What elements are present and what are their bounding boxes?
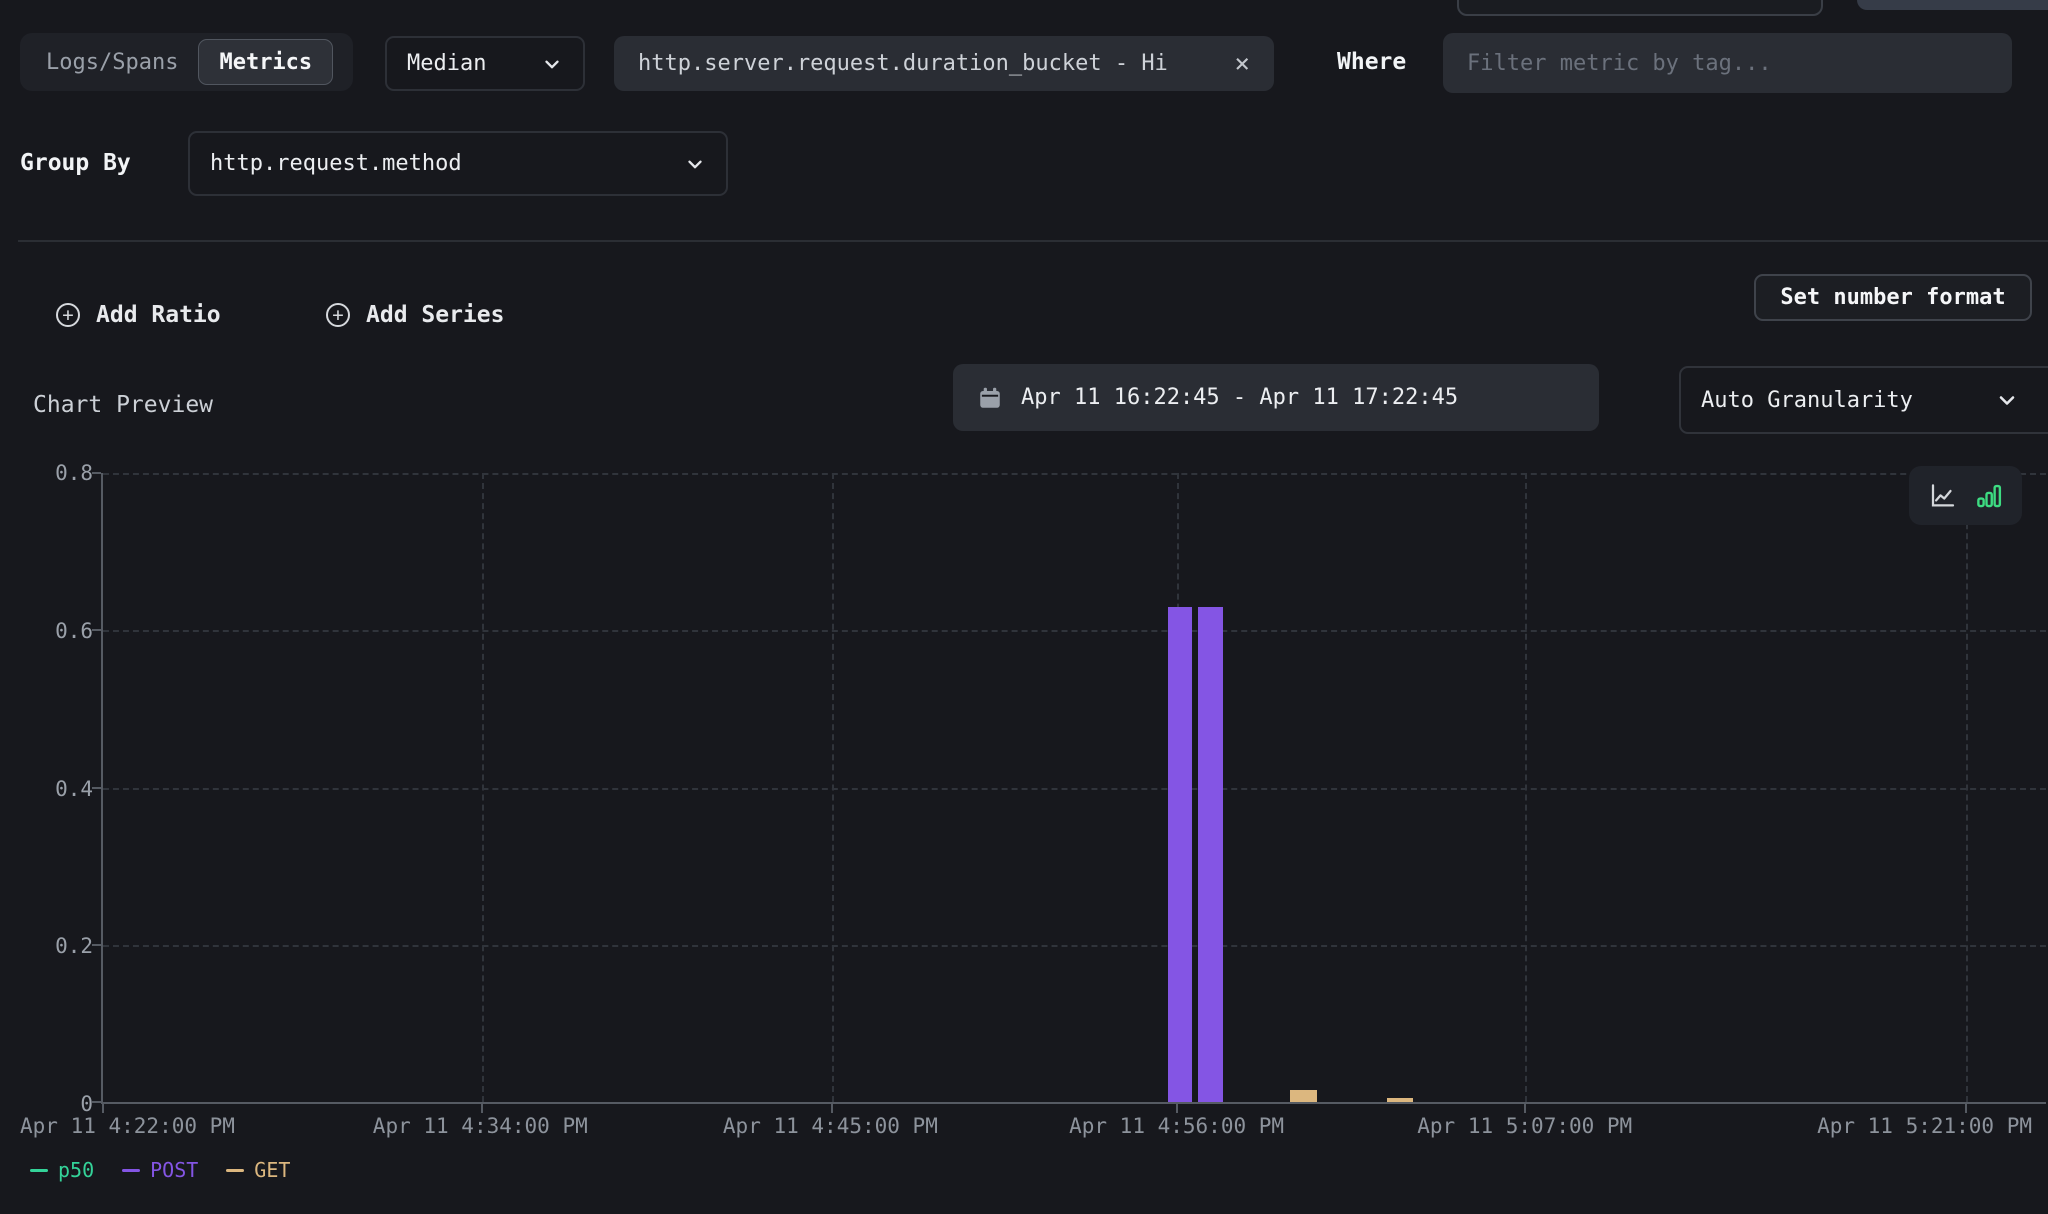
y-axis-tick (92, 944, 101, 946)
y-axis-tick (92, 629, 101, 631)
y-tick-label: 0.4 (55, 777, 93, 801)
y-axis-tick (92, 1101, 101, 1103)
x-tick-label: Apr 11 4:45:00 PM (723, 1114, 938, 1138)
x-axis-tick (102, 1104, 104, 1113)
group-by-value: http.request.method (210, 151, 462, 176)
y-tick-label: 0 (80, 1092, 93, 1116)
line-chart-icon[interactable] (1928, 481, 1958, 511)
x-axis-tick (1176, 1104, 1178, 1113)
bar-GET[interactable] (1290, 1090, 1317, 1102)
add-series-label: Add Series (366, 302, 504, 328)
legend-dash (30, 1169, 48, 1172)
v-gridline (482, 473, 484, 1102)
tab-metrics[interactable]: Metrics (198, 39, 333, 85)
time-range-label: Apr 11 16:22:45 - Apr 11 17:22:45 (1021, 385, 1458, 410)
granularity-value: Auto Granularity (1701, 388, 1913, 413)
metric-pill[interactable]: http.server.request.duration_bucket - Hi… (614, 36, 1274, 91)
legend-item-p50[interactable]: p50 (30, 1158, 94, 1182)
bar-POST[interactable] (1198, 607, 1223, 1102)
legend-label: POST (150, 1158, 198, 1182)
aggregation-select[interactable]: Median (385, 36, 585, 91)
chevron-down-icon (684, 153, 706, 175)
add-ratio-label: Add Ratio (96, 302, 221, 328)
legend-label: p50 (58, 1158, 94, 1182)
time-range-picker[interactable]: Apr 11 16:22:45 - Apr 11 17:22:45 (953, 364, 1599, 431)
chart-type-toggle (1909, 466, 2022, 525)
add-ratio-button[interactable]: + Add Ratio (56, 298, 221, 332)
y-tick-label: 0.6 (55, 619, 93, 643)
legend-item-GET[interactable]: GET (226, 1158, 290, 1182)
x-tick-label: Apr 11 5:21:00 PM (1817, 1114, 2032, 1138)
truncated-top-input[interactable] (1457, 0, 1823, 16)
truncated-top-button[interactable] (1857, 0, 2048, 10)
y-axis-tick (92, 787, 101, 789)
x-tick-label: Apr 11 4:56:00 PM (1069, 1114, 1284, 1138)
h-gridline (103, 945, 2046, 947)
calendar-icon (977, 385, 1003, 411)
y-tick-label: 0.8 (55, 461, 93, 485)
group-by-label: Group By (20, 150, 131, 176)
granularity-select[interactable]: Auto Granularity (1679, 366, 2048, 434)
set-number-format-button[interactable]: Set number format (1754, 274, 2032, 321)
divider (18, 240, 2048, 242)
chevron-down-icon (1995, 388, 2019, 412)
chart-preview-title: Chart Preview (33, 392, 213, 418)
metric-pill-label: http.server.request.duration_bucket - Hi (638, 51, 1168, 76)
v-gridline (1966, 473, 1968, 1102)
x-axis-tick (1965, 1104, 1967, 1113)
v-gridline (1525, 473, 1527, 1102)
h-gridline (103, 473, 2046, 475)
metrics-query-builder: Logs/Spans Metrics Median http.server.re… (0, 0, 2048, 1214)
legend-dash (122, 1169, 140, 1172)
h-gridline (103, 630, 2046, 632)
y-axis-tick (92, 472, 101, 474)
aggregation-value: Median (407, 51, 486, 76)
remove-metric-icon[interactable]: × (1234, 51, 1250, 77)
x-axis-tick (831, 1104, 833, 1113)
h-gridline (103, 788, 2046, 790)
chart-legend: p50 POST GET (30, 1158, 290, 1182)
legend-dash (226, 1169, 244, 1172)
y-tick-label: 0.2 (55, 934, 93, 958)
legend-item-POST[interactable]: POST (122, 1158, 198, 1182)
plus-icon: + (326, 303, 350, 327)
where-label: Where (1337, 49, 1406, 75)
filter-input[interactable] (1443, 33, 2012, 93)
x-axis-tick (481, 1104, 483, 1113)
x-tick-label: Apr 11 5:07:00 PM (1417, 1114, 1632, 1138)
bar-GET[interactable] (1387, 1098, 1413, 1102)
group-by-select[interactable]: http.request.method (188, 131, 728, 196)
source-toggle: Logs/Spans Metrics (20, 33, 353, 91)
add-series-button[interactable]: + Add Series (326, 298, 504, 332)
tab-logs-spans[interactable]: Logs/Spans (26, 39, 198, 85)
plus-icon: + (56, 303, 80, 327)
bar-chart-icon[interactable] (1974, 481, 2004, 511)
x-tick-label: Apr 11 4:22:00 PM (20, 1114, 235, 1138)
x-axis-tick (1524, 1104, 1526, 1113)
legend-label: GET (254, 1158, 290, 1182)
x-tick-label: Apr 11 4:34:00 PM (373, 1114, 588, 1138)
plot-area (101, 473, 2046, 1104)
chevron-down-icon (541, 53, 563, 75)
v-gridline (832, 473, 834, 1102)
bar-POST[interactable] (1168, 607, 1192, 1102)
